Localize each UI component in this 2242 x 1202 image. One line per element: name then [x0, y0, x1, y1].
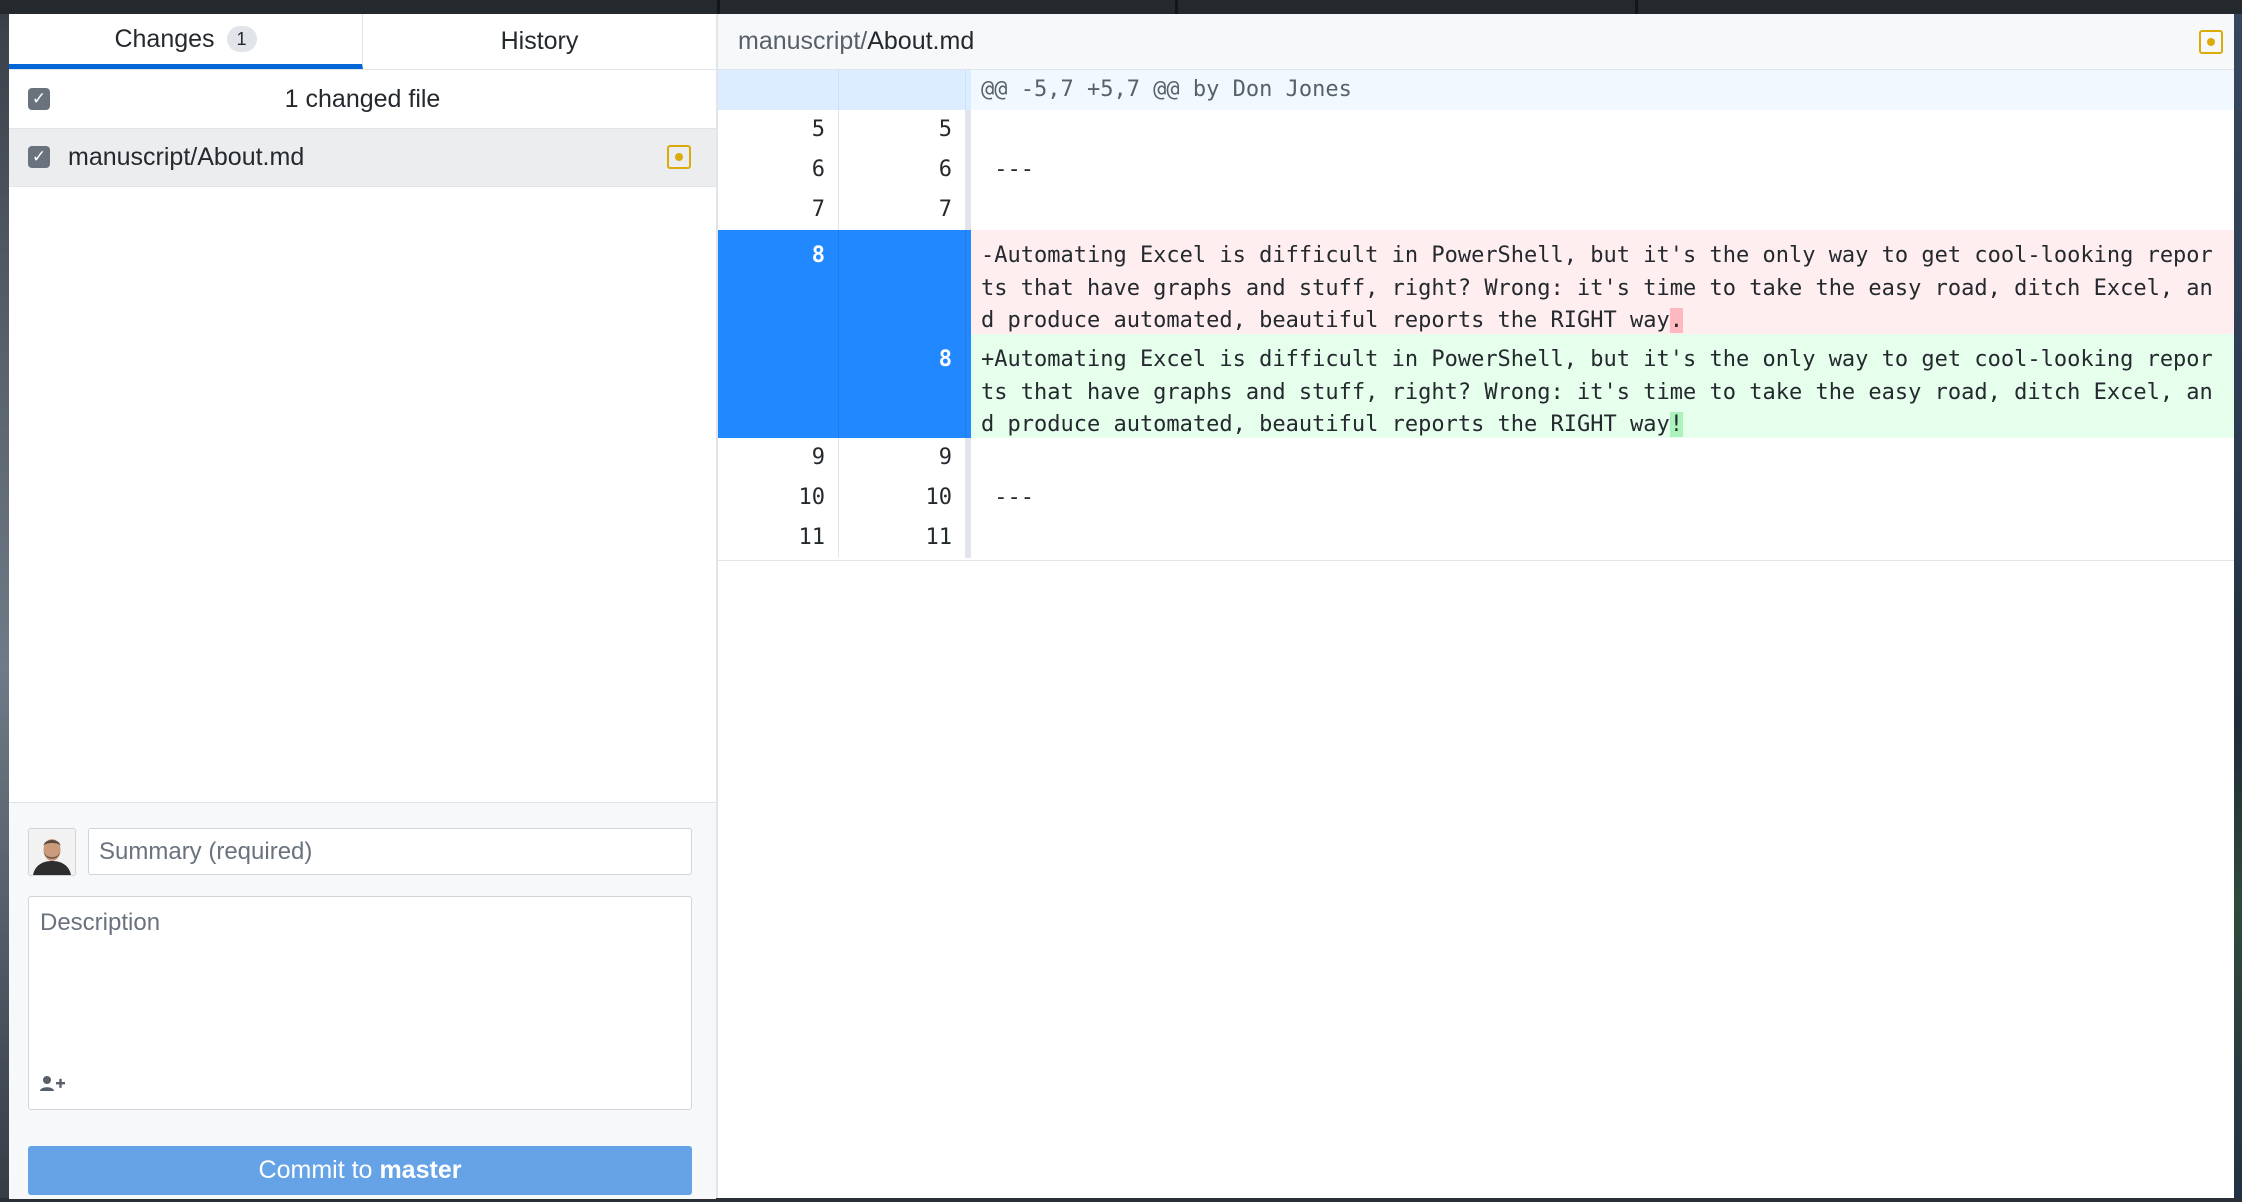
- old-line-number[interactable]: [718, 334, 839, 438]
- file-include-checkbox[interactable]: ✓: [28, 146, 50, 168]
- changed-file-item[interactable]: ✓ manuscript/About.md: [9, 129, 716, 187]
- app-window: Changes 1 History ✓ 1 changed file ✓ man…: [9, 14, 2234, 1199]
- tab-history-label: History: [500, 27, 579, 55]
- commit-description-box: [28, 896, 692, 1110]
- file-modified-icon: [667, 145, 691, 169]
- commit-button-label: Commit to: [258, 1156, 373, 1184]
- user-avatar: [28, 828, 76, 876]
- new-line-gutter: [839, 70, 966, 110]
- new-line-number: 6: [839, 150, 966, 190]
- line-content: [971, 438, 2234, 478]
- deleted-text: -Automating Excel is difficult in PowerS…: [981, 243, 2213, 333]
- diff-path-directory: manuscript/: [738, 27, 868, 55]
- window-top-bar: [0, 0, 2242, 14]
- line-content: [971, 110, 2234, 150]
- added-text: +Automating Excel is difficult in PowerS…: [981, 347, 2213, 437]
- old-line-number: 7: [718, 190, 839, 230]
- old-line-number: 9: [718, 438, 839, 478]
- new-line-number: 9: [839, 438, 966, 478]
- hunk-header-row: @@ -5,7 +5,7 @@ by Don Jones: [718, 70, 2234, 110]
- hunk-header: @@ -5,7 +5,7 @@ by Don Jones: [971, 70, 2234, 110]
- line-content: ---: [981, 485, 1034, 510]
- sidebar-tabs: Changes 1 History: [9, 14, 716, 70]
- changes-sidebar: Changes 1 History ✓ 1 changed file ✓ man…: [9, 14, 718, 1199]
- changes-count-badge: 1: [226, 26, 257, 52]
- diff-line[interactable]: 5 5: [718, 110, 2234, 150]
- file-modified-icon: [2199, 30, 2223, 54]
- deleted-char-highlight: .: [1669, 308, 1683, 333]
- old-line-number[interactable]: 8: [718, 230, 839, 334]
- desktop-background-left: [0, 14, 9, 1202]
- checkmark-icon: ✓: [31, 147, 47, 166]
- new-line-number: 7: [839, 190, 966, 230]
- line-content: +Automating Excel is difficult in PowerS…: [971, 334, 2234, 438]
- diff-line[interactable]: 7 7: [718, 190, 2234, 230]
- new-line-number: 10: [839, 478, 966, 518]
- diff-path-filename: About.md: [867, 27, 975, 55]
- commit-summary-input[interactable]: [88, 828, 692, 875]
- top-bar-divider: [1175, 0, 1178, 14]
- avatar-image: [29, 829, 75, 875]
- line-content: ---: [981, 157, 1034, 182]
- diff-line[interactable]: 10 10 ---: [718, 478, 2234, 518]
- add-coauthor-icon[interactable]: [39, 1073, 67, 1095]
- new-line-number: 5: [839, 110, 966, 150]
- added-line[interactable]: 8 +Automating Excel is difficult in Powe…: [718, 334, 2234, 438]
- top-bar-divider: [717, 0, 720, 14]
- changed-files-header: ✓ 1 changed file: [9, 70, 716, 129]
- diff-view: manuscript/About.md @@ -5,7 +5,7 @@ by D…: [718, 14, 2234, 1198]
- line-content: [971, 518, 2234, 558]
- deleted-line[interactable]: 8 -Automating Excel is difficult in Powe…: [718, 230, 2234, 334]
- diff-end-divider: [718, 560, 2234, 561]
- diff-line[interactable]: 6 6 ---: [718, 150, 2234, 190]
- added-char-highlight: !: [1669, 412, 1683, 437]
- commit-button[interactable]: Commit to master: [28, 1146, 692, 1195]
- commit-branch-name: master: [379, 1156, 462, 1184]
- old-line-number: 11: [718, 518, 839, 558]
- new-line-number: 11: [839, 518, 966, 558]
- commit-description-input[interactable]: [29, 897, 691, 1067]
- new-line-number[interactable]: 8: [839, 334, 966, 438]
- diff-body: @@ -5,7 +5,7 @@ by Don Jones 5 5 6 6 ---…: [718, 70, 2234, 558]
- commit-form: Commit to master: [9, 802, 716, 1199]
- line-content: [971, 190, 2234, 230]
- old-line-number: 5: [718, 110, 839, 150]
- top-bar-divider: [1635, 0, 1638, 14]
- diff-file-path: manuscript/About.md: [738, 27, 974, 56]
- desktop-background-right: [2234, 14, 2242, 1202]
- line-content: -Automating Excel is difficult in PowerS…: [971, 230, 2234, 334]
- file-path: manuscript/About.md: [68, 143, 305, 171]
- old-line-number: 6: [718, 150, 839, 190]
- old-line-number: 10: [718, 478, 839, 518]
- tab-history[interactable]: History: [363, 14, 716, 69]
- new-line-number[interactable]: [839, 230, 966, 334]
- diff-line[interactable]: 9 9: [718, 438, 2234, 478]
- tab-changes-label: Changes: [114, 24, 215, 53]
- tab-changes[interactable]: Changes 1: [9, 14, 363, 69]
- diff-header: manuscript/About.md: [718, 14, 2234, 70]
- changed-files-count: 1 changed file: [284, 85, 441, 113]
- old-line-gutter: [718, 70, 839, 110]
- diff-line[interactable]: 11 11: [718, 518, 2234, 558]
